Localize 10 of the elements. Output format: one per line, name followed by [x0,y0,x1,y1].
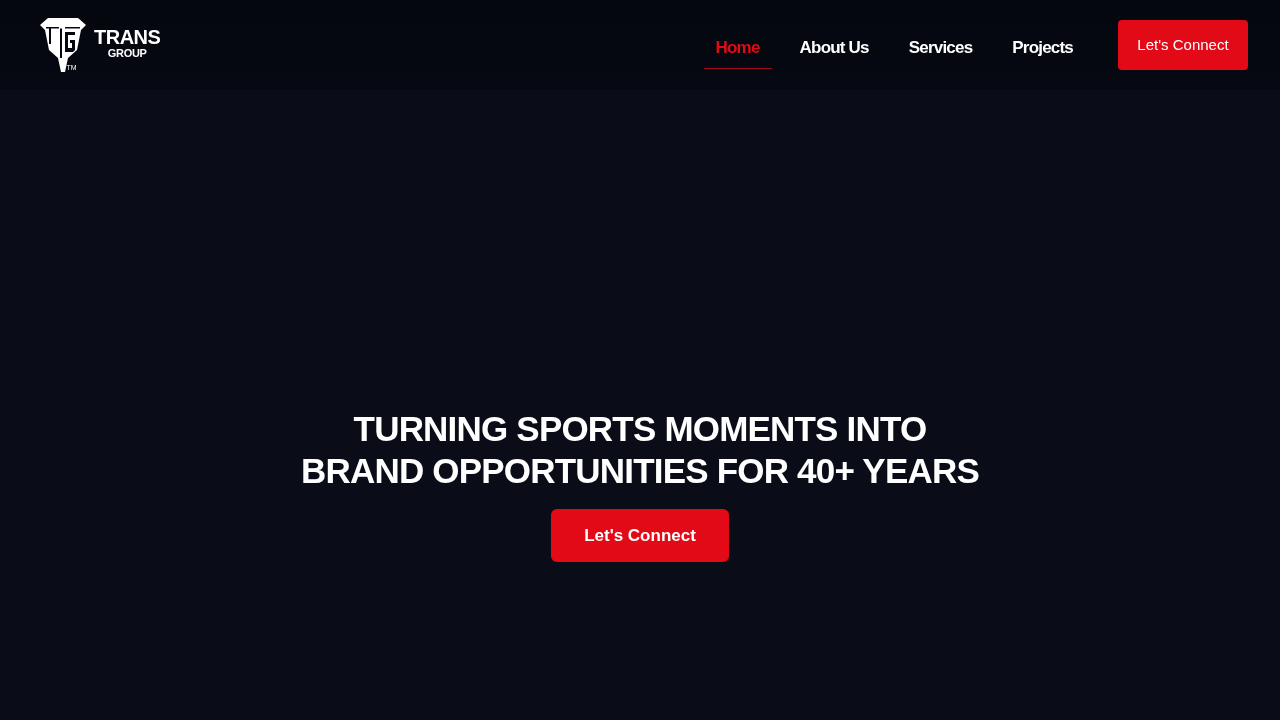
connect-button[interactable]: Let's Connect [551,509,729,562]
shield-monogram-icon[interactable] [40,18,86,72]
nav-link[interactable]: Home [703,27,772,69]
nav-link[interactable]: Services [896,27,985,69]
nav-link[interactable]: Projects [1000,27,1085,69]
logo-wordmark[interactable]: TRANS [94,27,161,47]
logo-subtitle[interactable]: GROUP [107,47,147,59]
nav-link[interactable]: About Us [787,27,881,69]
connect-button[interactable]: Let's Connect [1118,20,1248,70]
hero-headline: TURNING SPORTS MOMENTS INTO BRAND OPPORTUNITIES FOR 40+ YEARS [301,408,979,492]
